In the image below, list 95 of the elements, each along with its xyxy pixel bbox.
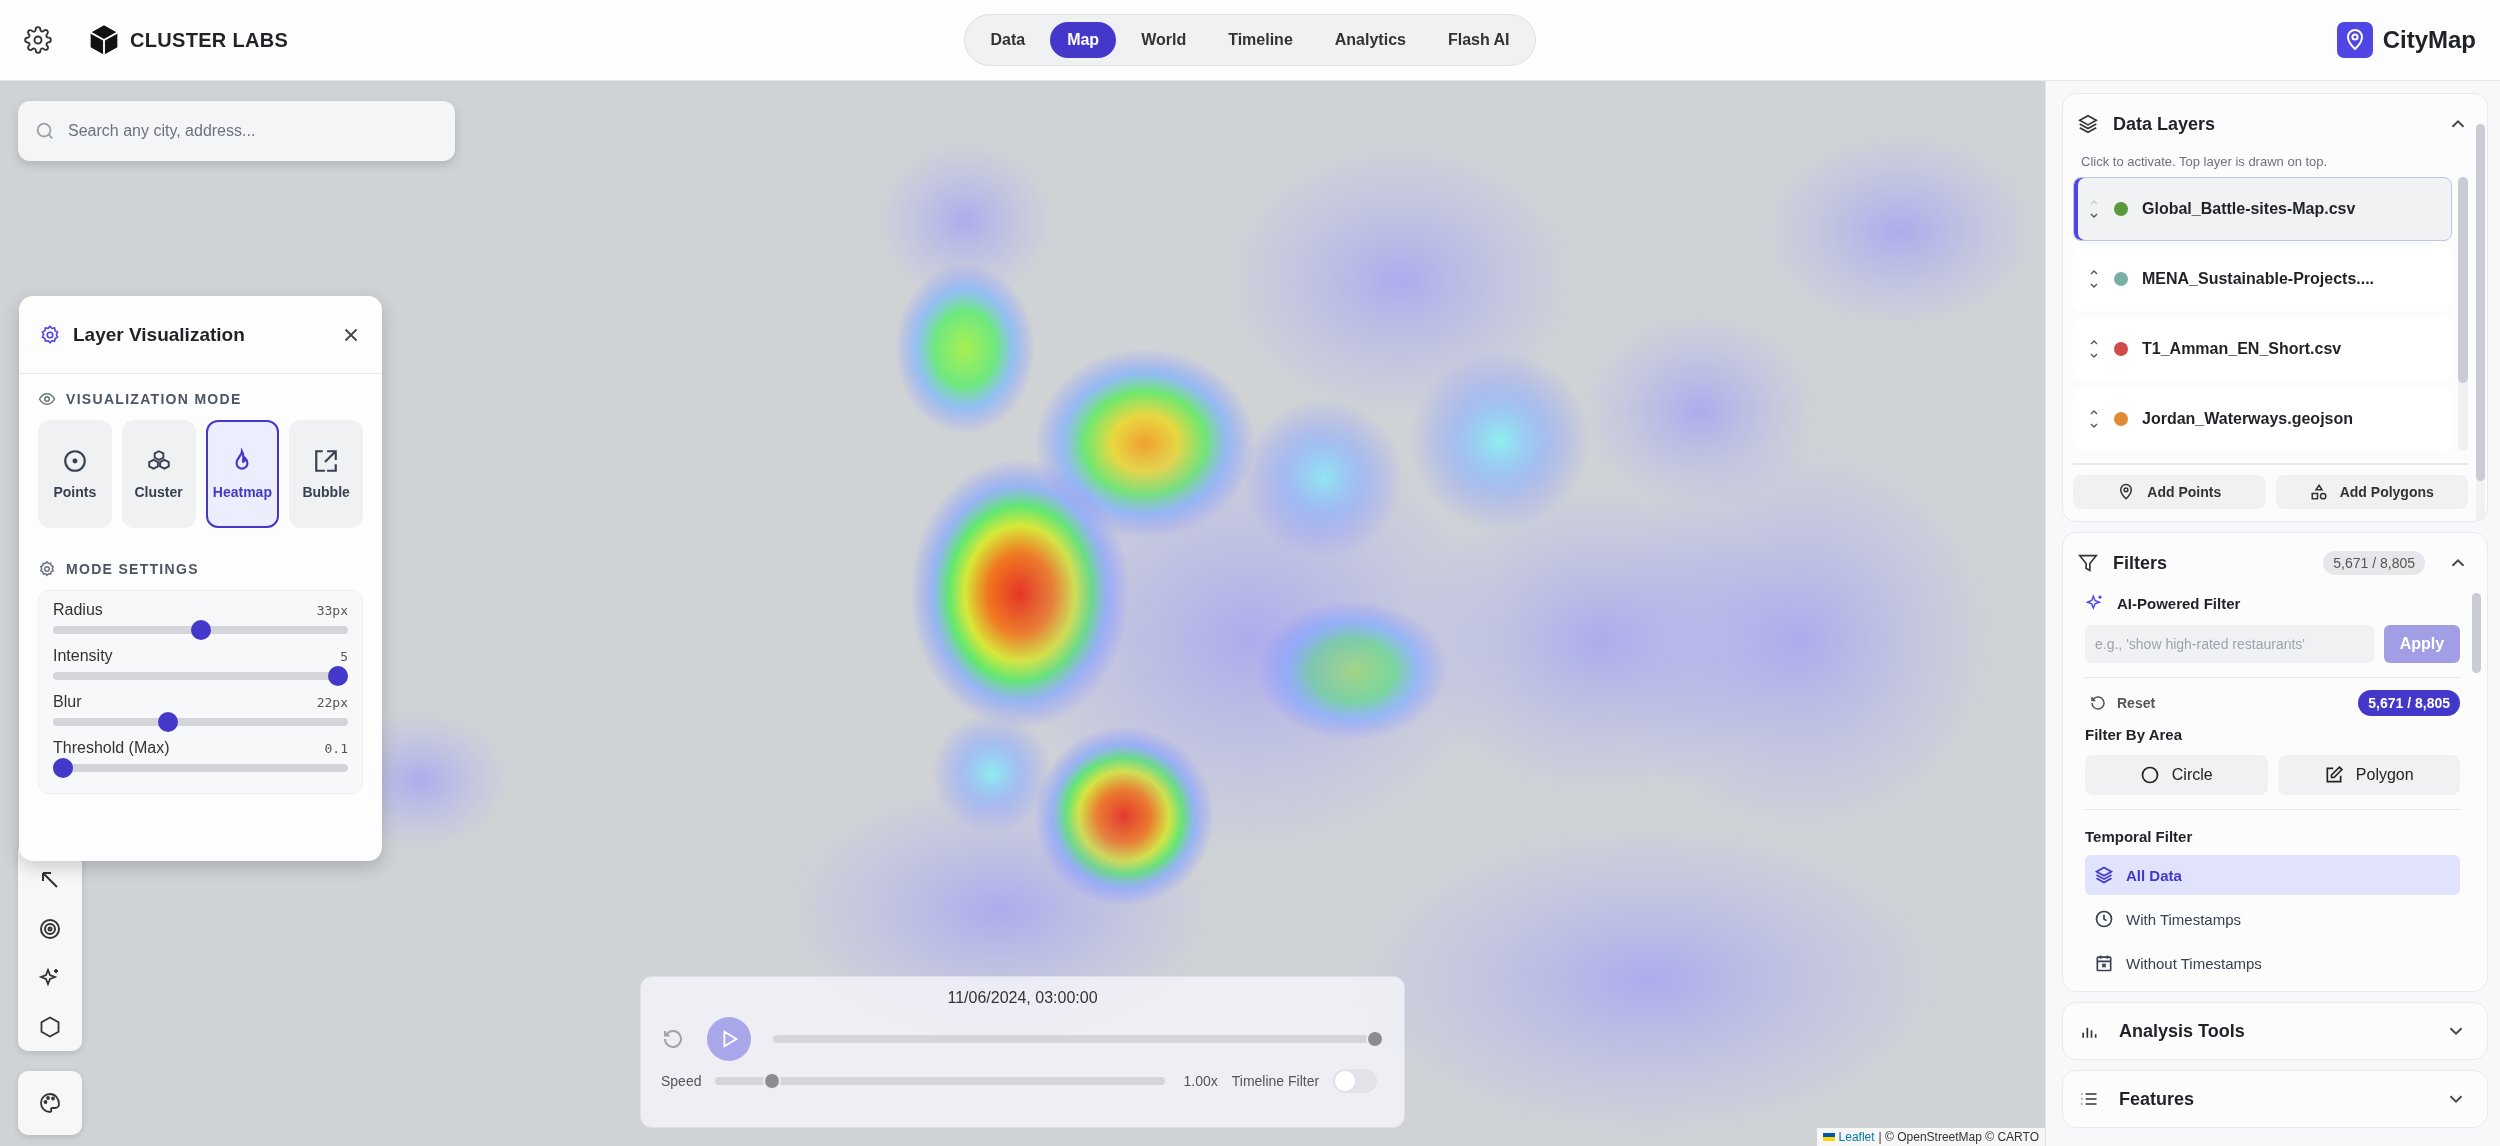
speed-label: Speed [661, 1073, 702, 1089]
shapes-icon [2309, 483, 2328, 501]
timeline-slider[interactable] [773, 1028, 1384, 1050]
filter-icon [2077, 552, 2099, 574]
attribution-text: | © OpenStreetMap © CARTO [1878, 1130, 2039, 1144]
mode-button[interactable]: Bubble [289, 420, 363, 528]
setting-label: Threshold (Max) [53, 739, 170, 757]
brand-name: CLUSTER LABS [130, 28, 289, 52]
area-button[interactable]: Circle [2085, 755, 2268, 795]
temporal-option[interactable]: With Timestamps [2085, 899, 2460, 939]
expand-arrow-icon [313, 448, 340, 474]
slider-thumb[interactable] [190, 620, 211, 640]
hexagon-icon[interactable] [38, 1015, 62, 1039]
calendar-x-icon [2094, 953, 2114, 973]
slider-thumb[interactable] [763, 1072, 781, 1090]
target-icon[interactable] [38, 917, 62, 941]
add-button[interactable]: Add Polygons [2275, 475, 2468, 509]
subheading: AI-Powered Filter [2117, 594, 2241, 612]
layer-item[interactable]: Global_Battle-sites-Map.csv [2073, 177, 2452, 241]
settings-icon[interactable] [24, 26, 52, 54]
timeline-filter-toggle[interactable] [1333, 1069, 1378, 1093]
speed-slider[interactable] [715, 1070, 1166, 1092]
layer-name: Global_Battle-sites-Map.csv [2142, 200, 2356, 218]
setting-label: Radius [53, 601, 103, 619]
map-pin-logo-icon [2336, 22, 2373, 58]
scrollbar[interactable] [2472, 593, 2481, 673]
nav-tab[interactable]: Map [1050, 22, 1117, 58]
add-button[interactable]: Add Points [2073, 475, 2266, 509]
subheading: Filter By Area [2085, 726, 2183, 743]
section-heading: MODE SETTINGS [66, 561, 199, 577]
points-icon [61, 448, 88, 474]
reset-icon [2089, 694, 2107, 712]
hint-text: Click to activate. Top layer is drawn on top. [2080, 154, 2329, 171]
layers-icon [2077, 113, 2099, 135]
cube-logo-icon [88, 24, 120, 56]
setting-label: Intensity [53, 647, 113, 665]
count-badge: 5,671 / 8,805 [2323, 551, 2425, 575]
flag-icon [1822, 1133, 1835, 1141]
setting-value: 33px [316, 603, 348, 618]
slider-thumb[interactable] [157, 712, 178, 732]
ai-filter-field[interactable]: e.g., 'show high-rated restaurants' [2085, 625, 2374, 663]
layer-name: MENA_Sustainable-Projects.... [2142, 270, 2375, 288]
scrollbar[interactable] [2476, 124, 2485, 521]
settings-icon [39, 323, 61, 346]
temporal-option[interactable]: Without Timestamps [2085, 943, 2460, 983]
slider[interactable] [53, 711, 348, 733]
slider[interactable] [53, 619, 348, 641]
leaflet-link[interactable]: Leaflet [1838, 1130, 1875, 1144]
setting-value: 0.1 [324, 741, 348, 756]
mode-button[interactable]: Points [38, 420, 112, 528]
card-title: Data Layers [2113, 113, 2217, 135]
slider-thumb[interactable] [1366, 1030, 1384, 1048]
mode-button[interactable]: Cluster [121, 420, 196, 528]
temporal-option[interactable]: All Data [2085, 855, 2460, 895]
app-name: CityMap [2382, 26, 2476, 54]
sparkles-icon [2085, 593, 2105, 613]
nav-tab[interactable]: Data [973, 22, 1043, 58]
setting-value: 5 [340, 649, 348, 664]
panel-title: Layer Visualization [73, 323, 246, 346]
nav-tab[interactable]: Flash AI [1430, 22, 1527, 58]
mode-button[interactable]: Heatmap [205, 420, 280, 528]
toggle-label: Timeline Filter [1231, 1073, 1320, 1089]
layer-name: T1_Amman_EN_Short.csv [2142, 340, 2342, 358]
area-button[interactable]: Polygon [2277, 755, 2460, 795]
card-title: Filters [2113, 552, 2169, 574]
section-header[interactable]: Analysis Tools [2062, 1002, 2488, 1060]
search-icon [34, 120, 56, 142]
reset-button[interactable]: Reset [2085, 694, 2156, 712]
settings-icon [38, 560, 56, 578]
nav-tab[interactable]: Analytics [1317, 22, 1423, 58]
count-badge: 5,671 / 8,805 [2358, 690, 2460, 716]
search-field[interactable]: Search any city, address... [18, 101, 455, 161]
timeline-datetime: 11/06/2024, 03:00:00 [946, 989, 1099, 1007]
layers-icon [2094, 865, 2114, 885]
palette-button[interactable] [18, 1071, 82, 1135]
slider[interactable] [53, 665, 348, 687]
nav-tab[interactable]: Timeline [1211, 22, 1310, 58]
setting-value: 22px [316, 695, 348, 710]
eye-icon [38, 390, 56, 408]
palette-icon [38, 1091, 62, 1115]
speed-value: 1.00x [1183, 1073, 1218, 1089]
slider-thumb[interactable] [328, 666, 348, 686]
card-title: Features [2119, 1088, 2196, 1110]
section-header[interactable]: Features [2062, 1070, 2488, 1128]
slider-thumb[interactable] [53, 758, 73, 778]
setting-label: Blur [53, 693, 82, 711]
subheading: Temporal Filter [2085, 828, 2194, 845]
scrollbar[interactable] [2458, 177, 2468, 451]
nav-tab[interactable]: World [1124, 22, 1204, 58]
section-heading: VISUALIZATION MODE [66, 391, 242, 407]
slider[interactable] [53, 757, 348, 779]
circle-icon [2139, 765, 2160, 785]
clock-icon [2094, 909, 2114, 929]
card-title: Analysis Tools [2119, 1020, 2246, 1042]
layer-name: Jordan_Waterways.geojson [2142, 410, 2354, 428]
